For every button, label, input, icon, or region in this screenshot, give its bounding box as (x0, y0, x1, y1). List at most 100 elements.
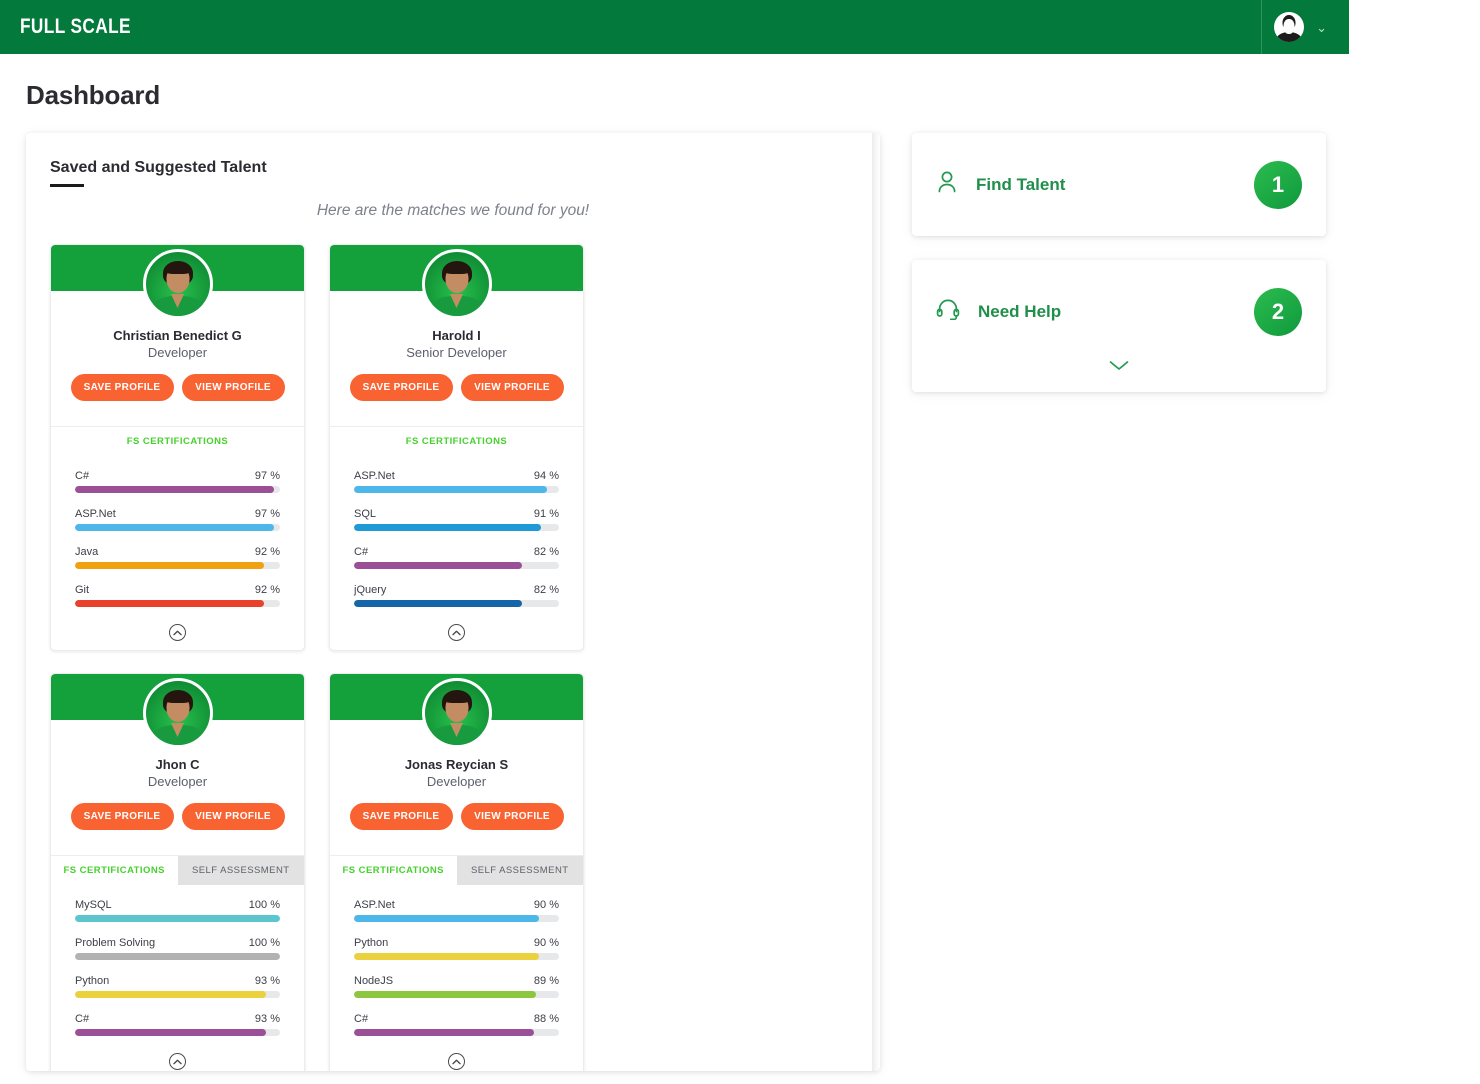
tab-fs-certifications[interactable]: FS CERTIFICATIONS (51, 856, 178, 885)
skill-header: C# 88 % (354, 1013, 559, 1025)
skills-list: C# 97 % ASP.Net 97 % Java 92 % (51, 456, 304, 607)
tab-self-assessment[interactable]: SELF ASSESSMENT (457, 856, 584, 885)
need-help-badge: 2 (1254, 288, 1302, 336)
skill-header: Python 90 % (354, 937, 559, 949)
skill-name: Problem Solving (75, 937, 155, 949)
skill-bar-fill (354, 486, 547, 493)
skill-row: Java 92 % (75, 546, 280, 569)
collapse-card-button[interactable] (51, 1051, 304, 1071)
skill-bar-fill (354, 562, 522, 569)
skill-bar-track (354, 991, 559, 998)
talent-card: Jhon C Developer SAVE PROFILE VIEW PROFI… (50, 673, 305, 1071)
collapse-card-button[interactable] (330, 1051, 583, 1071)
skill-row: ASP.Net 90 % (354, 899, 559, 922)
chevron-down-icon[interactable]: ⌄ (1316, 21, 1327, 34)
need-help-card[interactable]: Need Help 2 (912, 260, 1326, 392)
talent-role: Developer (340, 774, 573, 789)
skill-bar-fill (354, 600, 522, 607)
page-container: Dashboard Saved and Suggested Talent Her… (0, 54, 1480, 1071)
save-profile-button[interactable]: SAVE PROFILE (350, 374, 453, 401)
need-help-left: Need Help (936, 298, 1061, 325)
avatar-fringe (165, 264, 191, 274)
talent-name: Christian Benedict G (61, 328, 294, 343)
need-help-expand-button[interactable] (936, 359, 1302, 372)
skill-value: 100 % (249, 899, 280, 911)
tab-fs-certifications[interactable]: FS CERTIFICATIONS (51, 427, 304, 456)
skill-name: Git (75, 584, 89, 596)
skill-row: Python 93 % (75, 975, 280, 998)
skill-bar-fill (354, 524, 541, 531)
panel-title: Saved and Suggested Talent (50, 159, 267, 184)
view-profile-button[interactable]: VIEW PROFILE (461, 374, 564, 401)
skill-value: 89 % (534, 975, 559, 987)
skill-bar-fill (354, 953, 539, 960)
talent-card: Jonas Reycian S Developer SAVE PROFILE V… (329, 673, 584, 1071)
user-avatar-icon[interactable] (1274, 12, 1304, 42)
skill-bar-fill (75, 953, 280, 960)
skill-bar-fill (75, 1029, 266, 1036)
skill-name: ASP.Net (354, 899, 395, 911)
skill-row: Problem Solving 100 % (75, 937, 280, 960)
skill-header: ASP.Net 97 % (75, 508, 280, 520)
skill-name: ASP.Net (75, 508, 116, 520)
view-profile-button[interactable]: VIEW PROFILE (182, 374, 285, 401)
page-title: Dashboard (26, 80, 1480, 111)
find-talent-card[interactable]: Find Talent 1 (912, 133, 1326, 236)
skill-bar-fill (75, 486, 274, 493)
nav-divider (1261, 0, 1262, 54)
skill-name: C# (354, 546, 368, 558)
view-profile-button[interactable]: VIEW PROFILE (461, 803, 564, 830)
skill-value: 91 % (534, 508, 559, 520)
collapse-card-button[interactable] (330, 622, 583, 650)
chevron-up-circle-icon (448, 1053, 465, 1070)
skill-header: C# 82 % (354, 546, 559, 558)
skill-header: SQL 91 % (354, 508, 559, 520)
card-actions: SAVE PROFILE VIEW PROFILE (340, 803, 573, 830)
skill-row: C# 93 % (75, 1013, 280, 1036)
card-body: Christian Benedict G Developer SAVE PROF… (51, 249, 304, 413)
skill-value: 82 % (534, 546, 559, 558)
save-profile-button[interactable]: SAVE PROFILE (350, 803, 453, 830)
panel-scrollbar[interactable] (872, 133, 880, 1071)
skill-header: Python 93 % (75, 975, 280, 987)
talent-role: Senior Developer (340, 345, 573, 360)
skill-value: 93 % (255, 975, 280, 987)
skill-bar-track (354, 562, 559, 569)
save-profile-button[interactable]: SAVE PROFILE (71, 374, 174, 401)
skill-value: 90 % (534, 899, 559, 911)
tab-fs-certifications[interactable]: FS CERTIFICATIONS (330, 856, 457, 885)
tab-fs-certifications[interactable]: FS CERTIFICATIONS (330, 427, 583, 456)
skill-value: 97 % (255, 508, 280, 520)
skill-name: Python (354, 937, 388, 949)
skill-bar-track (75, 600, 280, 607)
skill-bar-track (75, 1029, 280, 1036)
talent-avatar (143, 249, 213, 319)
skills-list: ASP.Net 90 % Python 90 % NodeJS 89 % (330, 885, 583, 1036)
skill-bar-track (75, 953, 280, 960)
skill-value: 97 % (255, 470, 280, 482)
skill-row: NodeJS 89 % (354, 975, 559, 998)
skill-row: Git 92 % (75, 584, 280, 607)
skill-header: C# 97 % (75, 470, 280, 482)
skill-row: C# 97 % (75, 470, 280, 493)
avatar-fringe (165, 693, 191, 703)
card-body: Harold I Senior Developer SAVE PROFILE V… (330, 249, 583, 413)
brand-logo[interactable]: FULL SCALE (20, 15, 131, 39)
skill-header: Git 92 % (75, 584, 280, 596)
skill-name: Java (75, 546, 98, 558)
view-profile-button[interactable]: VIEW PROFILE (182, 803, 285, 830)
skill-value: 92 % (255, 546, 280, 558)
talent-avatar (422, 249, 492, 319)
card-tabs: FS CERTIFICATIONSSELF ASSESSMENT (330, 856, 583, 885)
sidebar-column: Find Talent 1 (912, 133, 1326, 392)
collapse-card-button[interactable] (51, 622, 304, 650)
card-actions: SAVE PROFILE VIEW PROFILE (61, 374, 294, 401)
save-profile-button[interactable]: SAVE PROFILE (71, 803, 174, 830)
skill-name: C# (354, 1013, 368, 1025)
skill-name: Python (75, 975, 109, 987)
skill-bar-track (75, 486, 280, 493)
skill-row: jQuery 82 % (354, 584, 559, 607)
skill-header: C# 93 % (75, 1013, 280, 1025)
skill-bar-fill (354, 915, 539, 922)
tab-self-assessment[interactable]: SELF ASSESSMENT (178, 856, 305, 885)
